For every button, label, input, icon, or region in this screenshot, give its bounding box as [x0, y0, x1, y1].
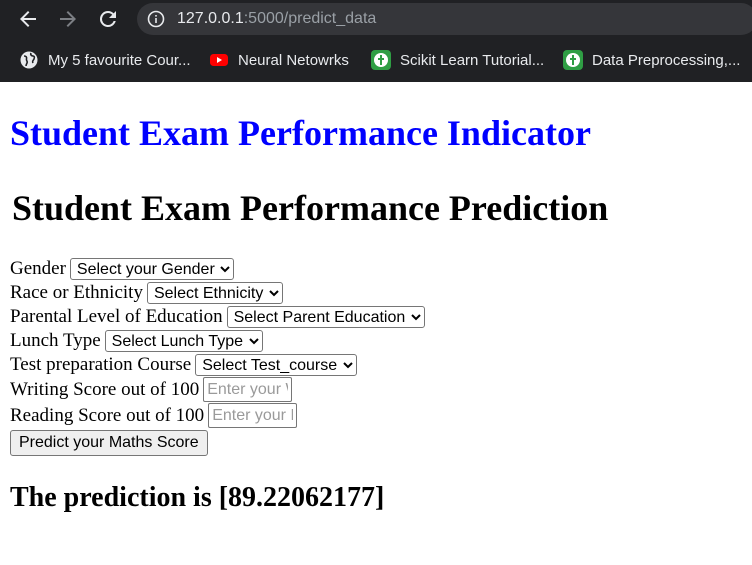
- predict-button[interactable]: Predict your Maths Score: [10, 430, 208, 456]
- url-path: :5000/predict_data: [243, 10, 377, 27]
- ethnicity-select[interactable]: Select Ethnicity: [146, 282, 283, 304]
- bookmark-label: Neural Netowrks: [238, 51, 349, 69]
- reading-score-input[interactable]: [208, 403, 298, 428]
- ethnicity-row: Race or Ethnicity Select Ethnicity: [10, 282, 283, 304]
- reload-icon[interactable]: [96, 7, 120, 31]
- parental-education-label: Parental Level of Education: [10, 306, 223, 327]
- site-info-icon[interactable]: [147, 10, 165, 28]
- lunch-select[interactable]: Select Lunch Type: [104, 330, 263, 352]
- bookmark-item[interactable]: Scikit Learn Tutorial...: [371, 49, 544, 71]
- bookmark-label: My 5 favourite Cour...: [48, 51, 191, 69]
- lunch-row: Lunch Type Select Lunch Type: [10, 330, 263, 352]
- bookmark-label: Scikit Learn Tutorial...: [400, 51, 545, 69]
- writing-score-input[interactable]: [203, 377, 293, 402]
- youtube-icon: [209, 50, 229, 70]
- site-title: Student Exam Performance Indicator: [10, 113, 591, 153]
- address-bar[interactable]: 127.0.0.1:5000/predict_data: [137, 3, 752, 35]
- bookmark-item[interactable]: My 5 favourite Cour...: [19, 49, 191, 71]
- reading-score-row: Reading Score out of 100: [10, 403, 298, 428]
- writing-score-label: Writing Score out of 100: [10, 378, 200, 400]
- bookmark-item[interactable]: Data Preprocessing,...: [563, 49, 740, 71]
- lunch-label: Lunch Type: [10, 330, 101, 351]
- test-prep-select[interactable]: Select Test_course: [195, 354, 358, 376]
- test-prep-row: Test preparation Course Select Test_cour…: [10, 354, 358, 376]
- prediction-result: The prediction is [89.22062177]: [10, 482, 385, 513]
- url-text: 127.0.0.1:5000/predict_data: [177, 9, 376, 29]
- site-favicon-icon: [563, 50, 583, 70]
- gender-label: Gender: [10, 258, 66, 279]
- bookmark-item[interactable]: Neural Netowrks: [209, 49, 349, 71]
- ethnicity-label: Race or Ethnicity: [10, 282, 143, 303]
- site-favicon-icon: [371, 50, 391, 70]
- parental-education-row: Parental Level of Education Select Paren…: [10, 306, 425, 328]
- bookmark-label: Data Preprocessing,...: [592, 51, 741, 69]
- gender-select[interactable]: Select your Gender: [69, 258, 234, 280]
- test-prep-label: Test preparation Course: [10, 354, 192, 375]
- globe-icon: [19, 50, 39, 70]
- page-heading: Student Exam Performance Prediction: [12, 188, 609, 228]
- bookmarks-bar: My 5 favourite Cour... Neural Netowrks S…: [0, 38, 752, 82]
- forward-arrow-icon[interactable]: [56, 7, 80, 31]
- writing-score-row: Writing Score out of 100: [10, 377, 293, 402]
- browser-toolbar: 127.0.0.1:5000/predict_data: [0, 0, 752, 38]
- gender-row: Gender Select your Gender: [10, 258, 234, 280]
- parental-education-select[interactable]: Select Parent Education: [226, 306, 425, 328]
- back-arrow-icon[interactable]: [16, 7, 40, 31]
- url-host: 127.0.0.1: [177, 10, 244, 27]
- reading-score-label: Reading Score out of 100: [10, 404, 205, 426]
